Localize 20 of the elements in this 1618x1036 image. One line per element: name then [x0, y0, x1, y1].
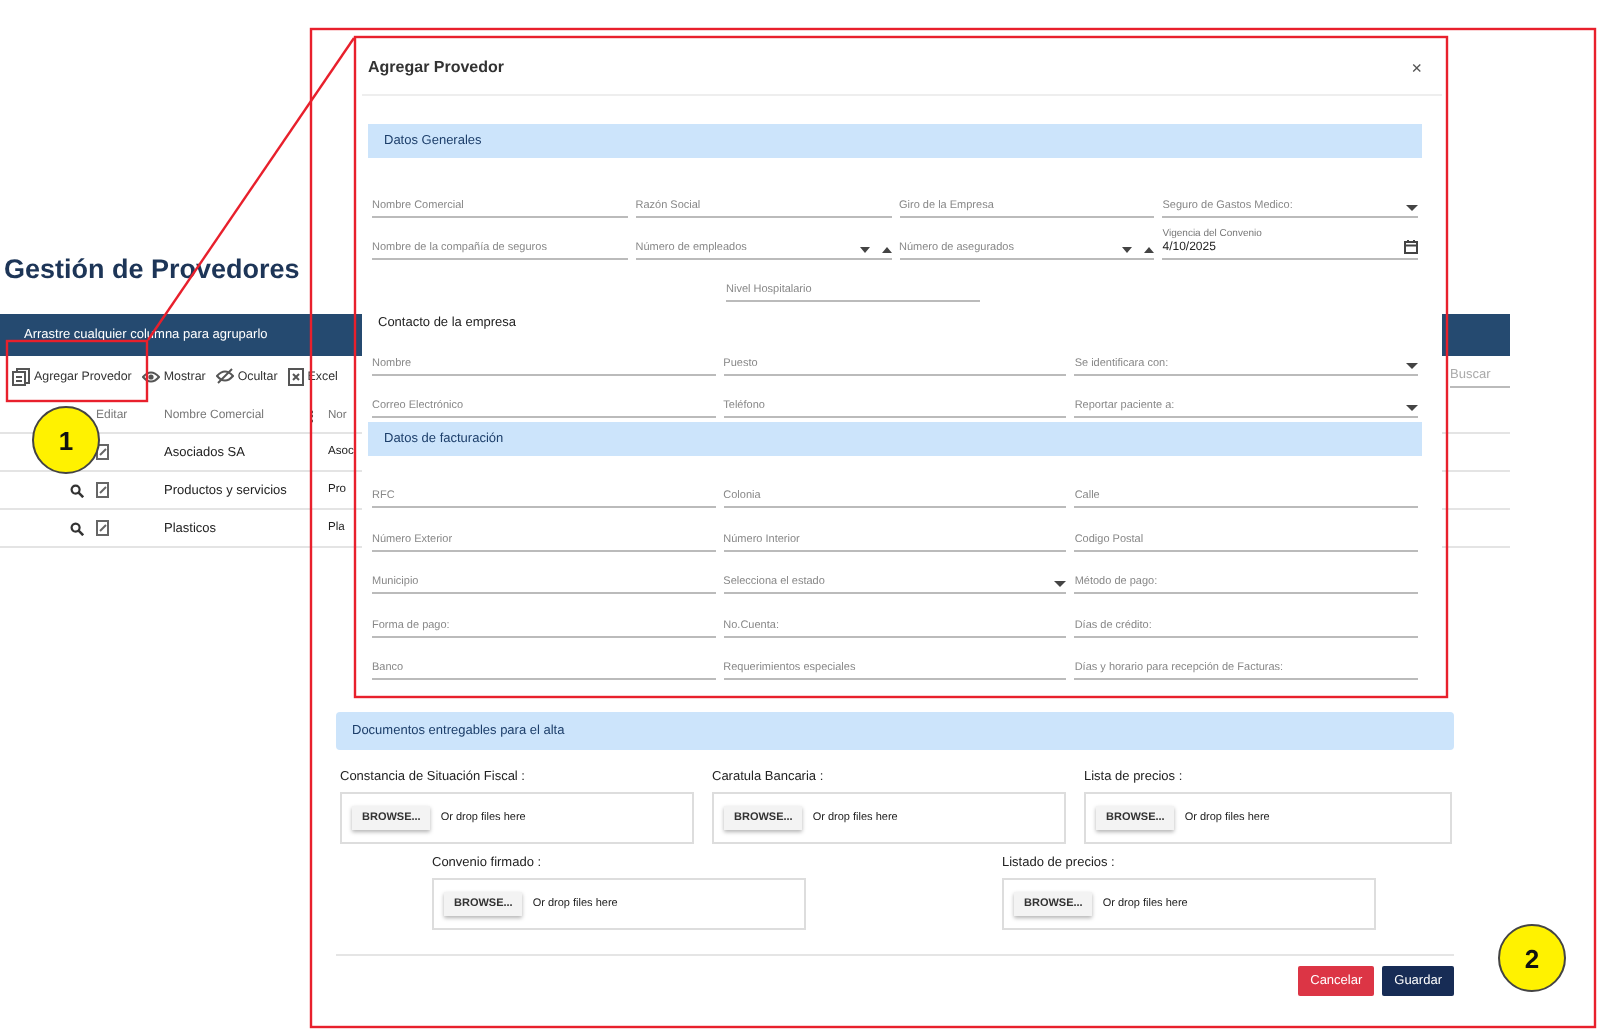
- document-icon: [12, 367, 30, 385]
- spinner-arrows-icon: [1122, 246, 1155, 254]
- search-icon: [70, 483, 84, 497]
- caret-icon: [1406, 404, 1418, 412]
- edit-icon: [96, 520, 110, 536]
- close-button[interactable]: ×: [1411, 57, 1422, 77]
- caret-icon: [1406, 362, 1418, 370]
- eye-slash-icon: [215, 368, 234, 384]
- spinner-arrows-icon: [859, 246, 891, 254]
- callout-badge: 2: [1498, 924, 1566, 992]
- modal-title: Agregar Provedor: [368, 58, 505, 76]
- caret-icon: [1406, 204, 1418, 212]
- edit-icon: [96, 444, 110, 460]
- caret-icon: [1054, 580, 1067, 588]
- edit-icon: [96, 482, 110, 498]
- search-icon: [70, 521, 84, 535]
- eye-icon: [141, 369, 160, 383]
- highlight-frame: [5, 339, 149, 403]
- calendar-icon: [1404, 240, 1418, 254]
- file-icon: [287, 367, 304, 385]
